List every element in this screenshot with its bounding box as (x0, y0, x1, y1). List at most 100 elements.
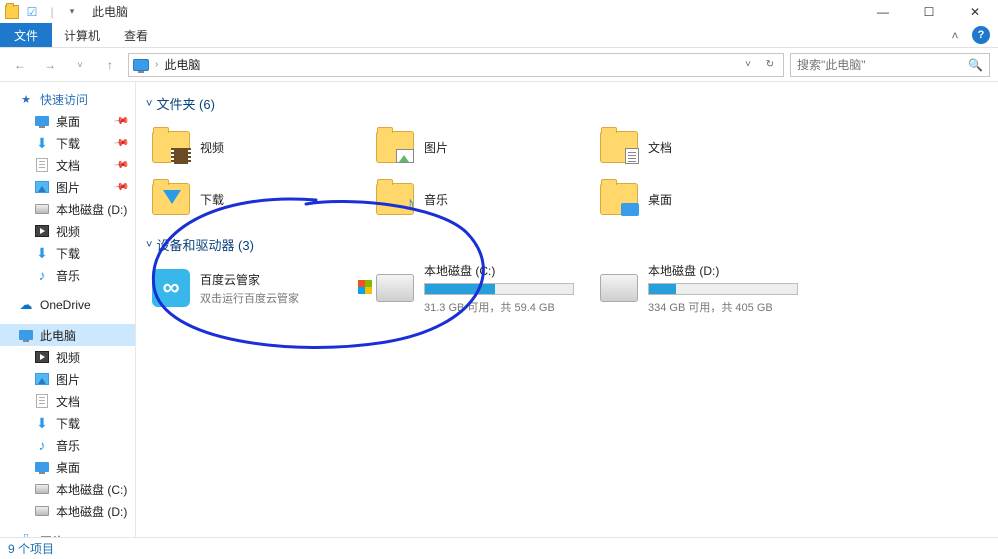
sidebar-quick-item[interactable]: 图片 📌 (0, 176, 135, 198)
sidebar-quick-item[interactable]: 本地磁盘 (D:) (0, 198, 135, 220)
folder-item[interactable]: 文档 (600, 123, 820, 171)
window-close-button[interactable]: ✕ (952, 0, 998, 23)
sidebar-quick-item[interactable]: 文档📌 (0, 154, 135, 176)
device-drive-d-label: 本地磁盘 (D:) (648, 262, 798, 279)
folder-label: 下载 (200, 191, 224, 208)
content-pane[interactable]: ˅ 文件夹 (6) 视频 图片 文档下载 ♪音乐 桌面 ˅ 设备和驱动器 (3) ∞ 百… (136, 82, 998, 537)
sidebar-item-label: 本地磁盘 (D:) (56, 503, 127, 520)
pin-icon: 📌 (112, 135, 129, 151)
devices-grid: ∞ 百度云管家 双击运行百度云管家 本地磁盘 (C:) 31.3 GB 可用，共… (140, 258, 994, 320)
ribbon-tab-computer[interactable]: 计算机 (52, 23, 112, 47)
sidebar-quick-item[interactable]: ⬇下载 (0, 242, 135, 264)
network-icon: 🖧 (18, 533, 34, 537)
qat-properties-icon[interactable]: ☑ (24, 4, 40, 20)
device-baidu-sub: 双击运行百度云管家 (200, 290, 299, 306)
device-drive-d[interactable]: 本地磁盘 (D:) 334 GB 可用，共 405 GB (600, 264, 820, 312)
sidebar-thispc-item[interactable]: 本地磁盘 (C:) (0, 478, 135, 500)
drive-d-usage-bar (648, 283, 798, 295)
device-baidu-label: 百度云管家 (200, 271, 299, 288)
nav-up-button[interactable]: ↑ (98, 53, 122, 77)
sidebar-item-label: 下载 (56, 415, 80, 432)
nav-back-button[interactable]: ← (8, 53, 32, 77)
ribbon-help-icon[interactable]: ? (972, 26, 990, 44)
sidebar-quick-item[interactable]: 桌面 📌 (0, 110, 135, 132)
device-drive-c-free: 31.3 GB 可用，共 59.4 GB (424, 299, 574, 315)
folder-label: 文档 (648, 139, 672, 156)
qat-dropdown-icon[interactable]: ▾ (64, 4, 80, 20)
window-title: 此电脑 (92, 3, 128, 20)
sidebar-this-pc[interactable]: 此电脑 (0, 324, 135, 346)
sidebar-item-label: 视频 (56, 349, 80, 366)
sidebar-thispc-item[interactable]: 图片 (0, 368, 135, 390)
sidebar-item-label: 音乐 (56, 437, 80, 454)
sidebar-item-label: 本地磁盘 (C:) (56, 481, 127, 498)
sidebar-quick-access[interactable]: ★ 快速访问 (0, 88, 135, 110)
sidebar-item-label: 文档 (56, 393, 80, 410)
device-baidu[interactable]: ∞ 百度云管家 双击运行百度云管家 (152, 264, 372, 312)
search-icon[interactable]: 🔍 (968, 58, 983, 72)
sidebar-thispc-item[interactable]: 视频 (0, 346, 135, 368)
sidebar-thispc-item[interactable]: 本地磁盘 (D:) (0, 500, 135, 522)
sidebar-item-label: 下载 (56, 245, 80, 262)
sidebar-quick-item[interactable]: ⬇下载📌 (0, 132, 135, 154)
folder-icon (600, 183, 638, 215)
sidebar-network[interactable]: 🖧 网络 (0, 530, 135, 537)
folder-item[interactable]: ♪音乐 (376, 175, 596, 223)
folder-label: 桌面 (648, 191, 672, 208)
onedrive-icon: ☁ (18, 297, 34, 313)
folder-item[interactable]: 下载 (152, 175, 372, 223)
window-minimize-button[interactable]: — (860, 0, 906, 23)
sidebar-quick-item[interactable]: 视频 (0, 220, 135, 242)
main-area: ★ 快速访问 桌面📌⬇下载📌文档📌图片📌本地磁盘 (D:)视频⬇下载♪音乐 ☁ … (0, 82, 998, 537)
ribbon-tab-view[interactable]: 查看 (112, 23, 160, 47)
sidebar-item-label: 图片 (56, 371, 80, 388)
search-input[interactable] (797, 58, 957, 72)
window-maximize-button[interactable]: ☐ (906, 0, 952, 23)
chevron-down-icon: ˅ (146, 239, 152, 251)
search-box[interactable]: 🔍 (790, 53, 990, 77)
ribbon-minimize-icon[interactable]: ˅ (946, 26, 964, 44)
breadcrumb-current[interactable]: 此电脑 (164, 56, 200, 73)
folder-item[interactable]: 桌面 (600, 175, 820, 223)
sidebar-thispc-item[interactable]: 桌面 (0, 456, 135, 478)
sidebar-thispc-item[interactable]: ⬇下载 (0, 412, 135, 434)
ribbon: 文件 计算机 查看 ˅ ? (0, 23, 998, 48)
star-icon: ★ (18, 91, 34, 107)
folder-item[interactable]: 图片 (376, 123, 596, 171)
folder-icon (152, 183, 190, 215)
address-refresh-button[interactable]: ↻ (761, 59, 779, 70)
sidebar-item-label: 图片 (56, 179, 80, 196)
nav-recent-dropdown[interactable]: ˅ (68, 53, 92, 77)
sidebar: ★ 快速访问 桌面📌⬇下载📌文档📌图片📌本地磁盘 (D:)视频⬇下载♪音乐 ☁ … (0, 82, 136, 537)
sidebar-onedrive[interactable]: ☁ OneDrive (0, 294, 135, 316)
device-drive-d-free: 334 GB 可用，共 405 GB (648, 299, 798, 315)
folder-item[interactable]: 视频 (152, 123, 372, 171)
nav-forward-button[interactable]: → (38, 53, 62, 77)
address-bar[interactable]: › 此电脑 ˅ ↻ (128, 53, 784, 77)
pin-icon: 📌 (112, 179, 129, 195)
breadcrumb-sep-icon: › (155, 59, 158, 70)
sidebar-quick-access-label: 快速访问 (40, 91, 88, 108)
sidebar-quick-item[interactable]: ♪音乐 (0, 264, 135, 286)
sidebar-item-label: 视频 (56, 223, 80, 240)
device-drive-c[interactable]: 本地磁盘 (C:) 31.3 GB 可用，共 59.4 GB (376, 264, 596, 312)
ribbon-file-tab[interactable]: 文件 (0, 23, 52, 47)
explorer-icon (4, 4, 20, 20)
group-devices-header[interactable]: ˅ 设备和驱动器 (3) (140, 231, 994, 258)
folder-icon: ♪ (376, 183, 414, 215)
pin-icon: 📌 (112, 113, 129, 129)
sidebar-thispc-item[interactable]: ♪音乐 (0, 434, 135, 456)
status-item-count: 9 个项目 (8, 540, 54, 557)
address-history-dropdown[interactable]: ˅ (739, 59, 757, 70)
group-devices-label: 设备和驱动器 (3) (156, 235, 254, 254)
address-row: ← → ˅ ↑ › 此电脑 ˅ ↻ 🔍 (0, 48, 998, 82)
sidebar-thispc-item[interactable]: 文档 (0, 390, 135, 412)
group-folders-header[interactable]: ˅ 文件夹 (6) (140, 90, 994, 117)
folder-icon (376, 131, 414, 163)
folder-label: 图片 (424, 139, 448, 156)
sidebar-item-label: 桌面 (56, 459, 80, 476)
drive-c-usage-bar (424, 283, 574, 295)
group-folders-label: 文件夹 (6) (156, 94, 215, 113)
drive-icon (376, 274, 414, 302)
sidebar-item-label: 桌面 (56, 113, 80, 130)
